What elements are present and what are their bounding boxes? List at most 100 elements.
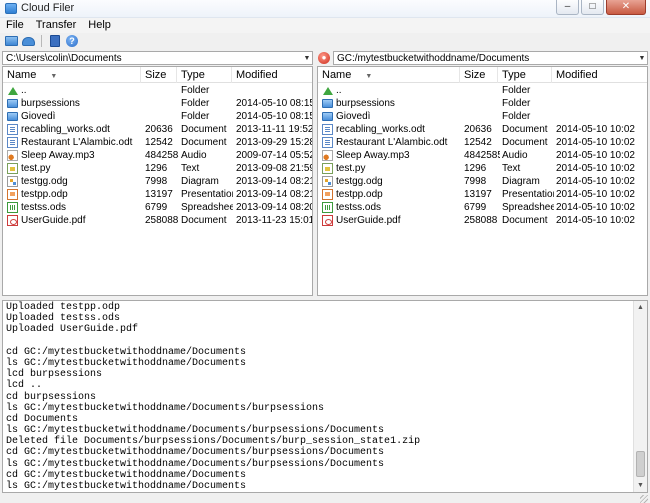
file-row[interactable]: testgg.odg 7998 Diagram 2014-05-10 10:02 [318, 175, 647, 188]
toolbar-separator [41, 35, 42, 47]
doc-icon [322, 124, 333, 135]
file-row[interactable]: burpsessions Folder 2014-05-10 08:15 [3, 97, 312, 110]
file-row[interactable]: Giovedì Folder 2014-05-10 08:15 [3, 110, 312, 123]
remote-path-combo[interactable]: GC:/mytestbucketwithoddname/Documents ▼ [333, 51, 648, 65]
file-row[interactable]: test.py 1296 Text 2013-09-08 21:59 [3, 162, 312, 175]
file-type: Presentation [502, 189, 554, 200]
file-row[interactable]: burpsessions Folder [318, 97, 647, 110]
menu-help[interactable]: Help [82, 18, 117, 33]
file-row[interactable]: Restaurant L'Alambic.odt 12542 Document 201… [3, 136, 312, 149]
file-modified: 2013-09-08 21:59 [236, 163, 313, 174]
cloud-connect-button[interactable] [21, 35, 35, 48]
help-button[interactable]: ? [65, 35, 79, 48]
file-type: Diagram [502, 176, 540, 187]
file-row[interactable]: testgg.odg 7998 Diagram 2013-09-14 08:21 [3, 175, 312, 188]
scrollbar-thumb[interactable] [636, 451, 645, 477]
file-type: Document [502, 124, 548, 135]
column-header-modified[interactable]: Modified [232, 67, 312, 83]
log-line: ls GC:/mytestbucketwithoddname/Documents… [6, 402, 325, 414]
file-name: UserGuide.pdf [21, 215, 86, 226]
folder-icon [7, 99, 18, 108]
file-row[interactable]: test.py 1296 Text 2014-05-10 10:02 [318, 162, 647, 175]
help-icon: ? [66, 35, 78, 47]
column-header-modified[interactable]: Modified [552, 67, 647, 83]
remote-file-list[interactable]: Name ▼ Size Type Modified .. Folder burpses… [317, 66, 648, 296]
file-modified: 2014-05-10 10:02 [556, 176, 635, 187]
column-header-size[interactable]: Size [460, 67, 498, 83]
file-row[interactable]: testss.ods 6799 Spreadsheet 2014-05-10 10:0… [318, 201, 647, 214]
file-name: Sleep Away.mp3 [21, 150, 95, 161]
file-size: 258088 [145, 215, 179, 226]
file-row[interactable]: UserGuide.pdf 258088 Document 2013-11-23 15… [3, 214, 312, 227]
audio-icon [322, 150, 333, 161]
file-size: 13197 [145, 189, 173, 200]
file-row[interactable]: UserGuide.pdf 258088 Document 2014-05-10 10… [318, 214, 647, 227]
file-row[interactable]: .. Folder [318, 84, 647, 97]
scroll-up-icon[interactable]: ▲ [634, 301, 647, 314]
file-type: Text [502, 163, 521, 174]
column-header-row: Name ▼ Size Type Modified [318, 67, 647, 83]
file-size: 13197 [464, 189, 492, 200]
file-row[interactable]: recabling_works.odt 20636 Document 2013-11-… [3, 123, 312, 136]
column-header-name[interactable]: Name ▼ [318, 67, 460, 83]
file-row[interactable]: Sleep Away.mp3 4842585 Audio 2014-05-10 10:… [318, 149, 647, 162]
log-line: cd GC:/mytestbucketwithoddname/Documents… [6, 447, 385, 459]
log-line: lcd .. [6, 380, 43, 392]
menu-file[interactable]: File [0, 18, 30, 33]
file-size: 258088 [464, 215, 498, 226]
parent-folder-icon [7, 85, 18, 96]
parent-folder-icon [322, 85, 333, 96]
file-type: Folder [181, 111, 210, 122]
file-name: recabling_works.odt [336, 124, 425, 135]
column-header-name[interactable]: Name ▼ [3, 67, 141, 83]
folder-icon [322, 99, 333, 108]
close-button[interactable]: ✕ [606, 0, 646, 15]
file-type: Document [181, 137, 227, 148]
local-file-list[interactable]: Name ▼ Size Type Modified .. Folder burpses… [2, 66, 313, 296]
audio-icon [7, 150, 18, 161]
file-size: 7998 [464, 176, 487, 187]
file-name: .. [336, 85, 342, 96]
file-row[interactable]: .. Folder [3, 84, 312, 97]
file-row[interactable]: Sleep Away.mp3 4842585Audio 2009-07-14 05:… [3, 149, 312, 162]
file-modified: 2013-09-14 08:21 [236, 176, 313, 187]
menu-transfer[interactable]: Transfer [30, 18, 83, 33]
file-row[interactable]: Giovedì Folder [318, 110, 647, 123]
scroll-down-icon[interactable]: ▼ [634, 479, 647, 492]
local-path-combo[interactable]: C:\Users\colin\Documents ▼ [2, 51, 313, 65]
file-row[interactable]: testpp.odp 13197 Presentation 2014-05-10 10… [318, 188, 647, 201]
log-line: ls GC:/mytestbucketwithoddname/Documents… [6, 458, 385, 470]
maximize-button[interactable]: □ [581, 0, 604, 15]
minimize-button[interactable]: – [556, 0, 579, 15]
file-name: burpsessions [336, 98, 395, 109]
file-row[interactable]: testpp.odp 13197 Presentation 2013-09-14 08… [3, 188, 312, 201]
file-type: Document [502, 215, 548, 226]
folder-icon [7, 112, 18, 121]
file-modified: 2013-09-14 08:21 [236, 189, 313, 200]
resize-grip-icon[interactable] [640, 495, 648, 503]
file-size: 20636 [464, 124, 492, 135]
log-line: cd Documents [6, 413, 79, 425]
file-row[interactable]: recabling_works.odt 20636 Document 2014-05-… [318, 123, 647, 136]
doc-icon [7, 124, 18, 135]
file-type: Text [181, 163, 200, 174]
local-folder-button[interactable] [4, 35, 18, 48]
file-modified: 2014-05-10 10:02 [556, 189, 635, 200]
command-log[interactable]: Uploaded testpp.odp Uploaded testss.ods Up… [2, 300, 648, 493]
chevron-down-icon[interactable]: ▼ [637, 55, 647, 62]
file-name: test.py [336, 163, 366, 174]
column-header-type[interactable]: Type [177, 67, 232, 83]
local-path-text: C:\Users\colin\Documents [6, 52, 122, 64]
file-modified: 2013-09-29 15:28 [236, 137, 313, 148]
file-modified: 2014-05-10 10:02 [556, 150, 635, 161]
log-line: ls GC:/mytestbucketwithoddname/Documents… [6, 425, 385, 437]
chevron-down-icon[interactable]: ▼ [302, 55, 312, 62]
vertical-scrollbar[interactable]: ▲ ▼ [633, 301, 647, 492]
manual-button[interactable] [48, 35, 62, 48]
log-line: Uploaded testpp.odp [6, 302, 121, 313]
file-row[interactable]: testss.ods 6799 Spreadsheet 2013-09-14 08:2… [3, 201, 312, 214]
file-row[interactable]: Restaurant L'Alambic.odt 12542 Document 201… [318, 136, 647, 149]
column-header-type[interactable]: Type [498, 67, 552, 83]
column-header-size[interactable]: Size [141, 67, 177, 83]
